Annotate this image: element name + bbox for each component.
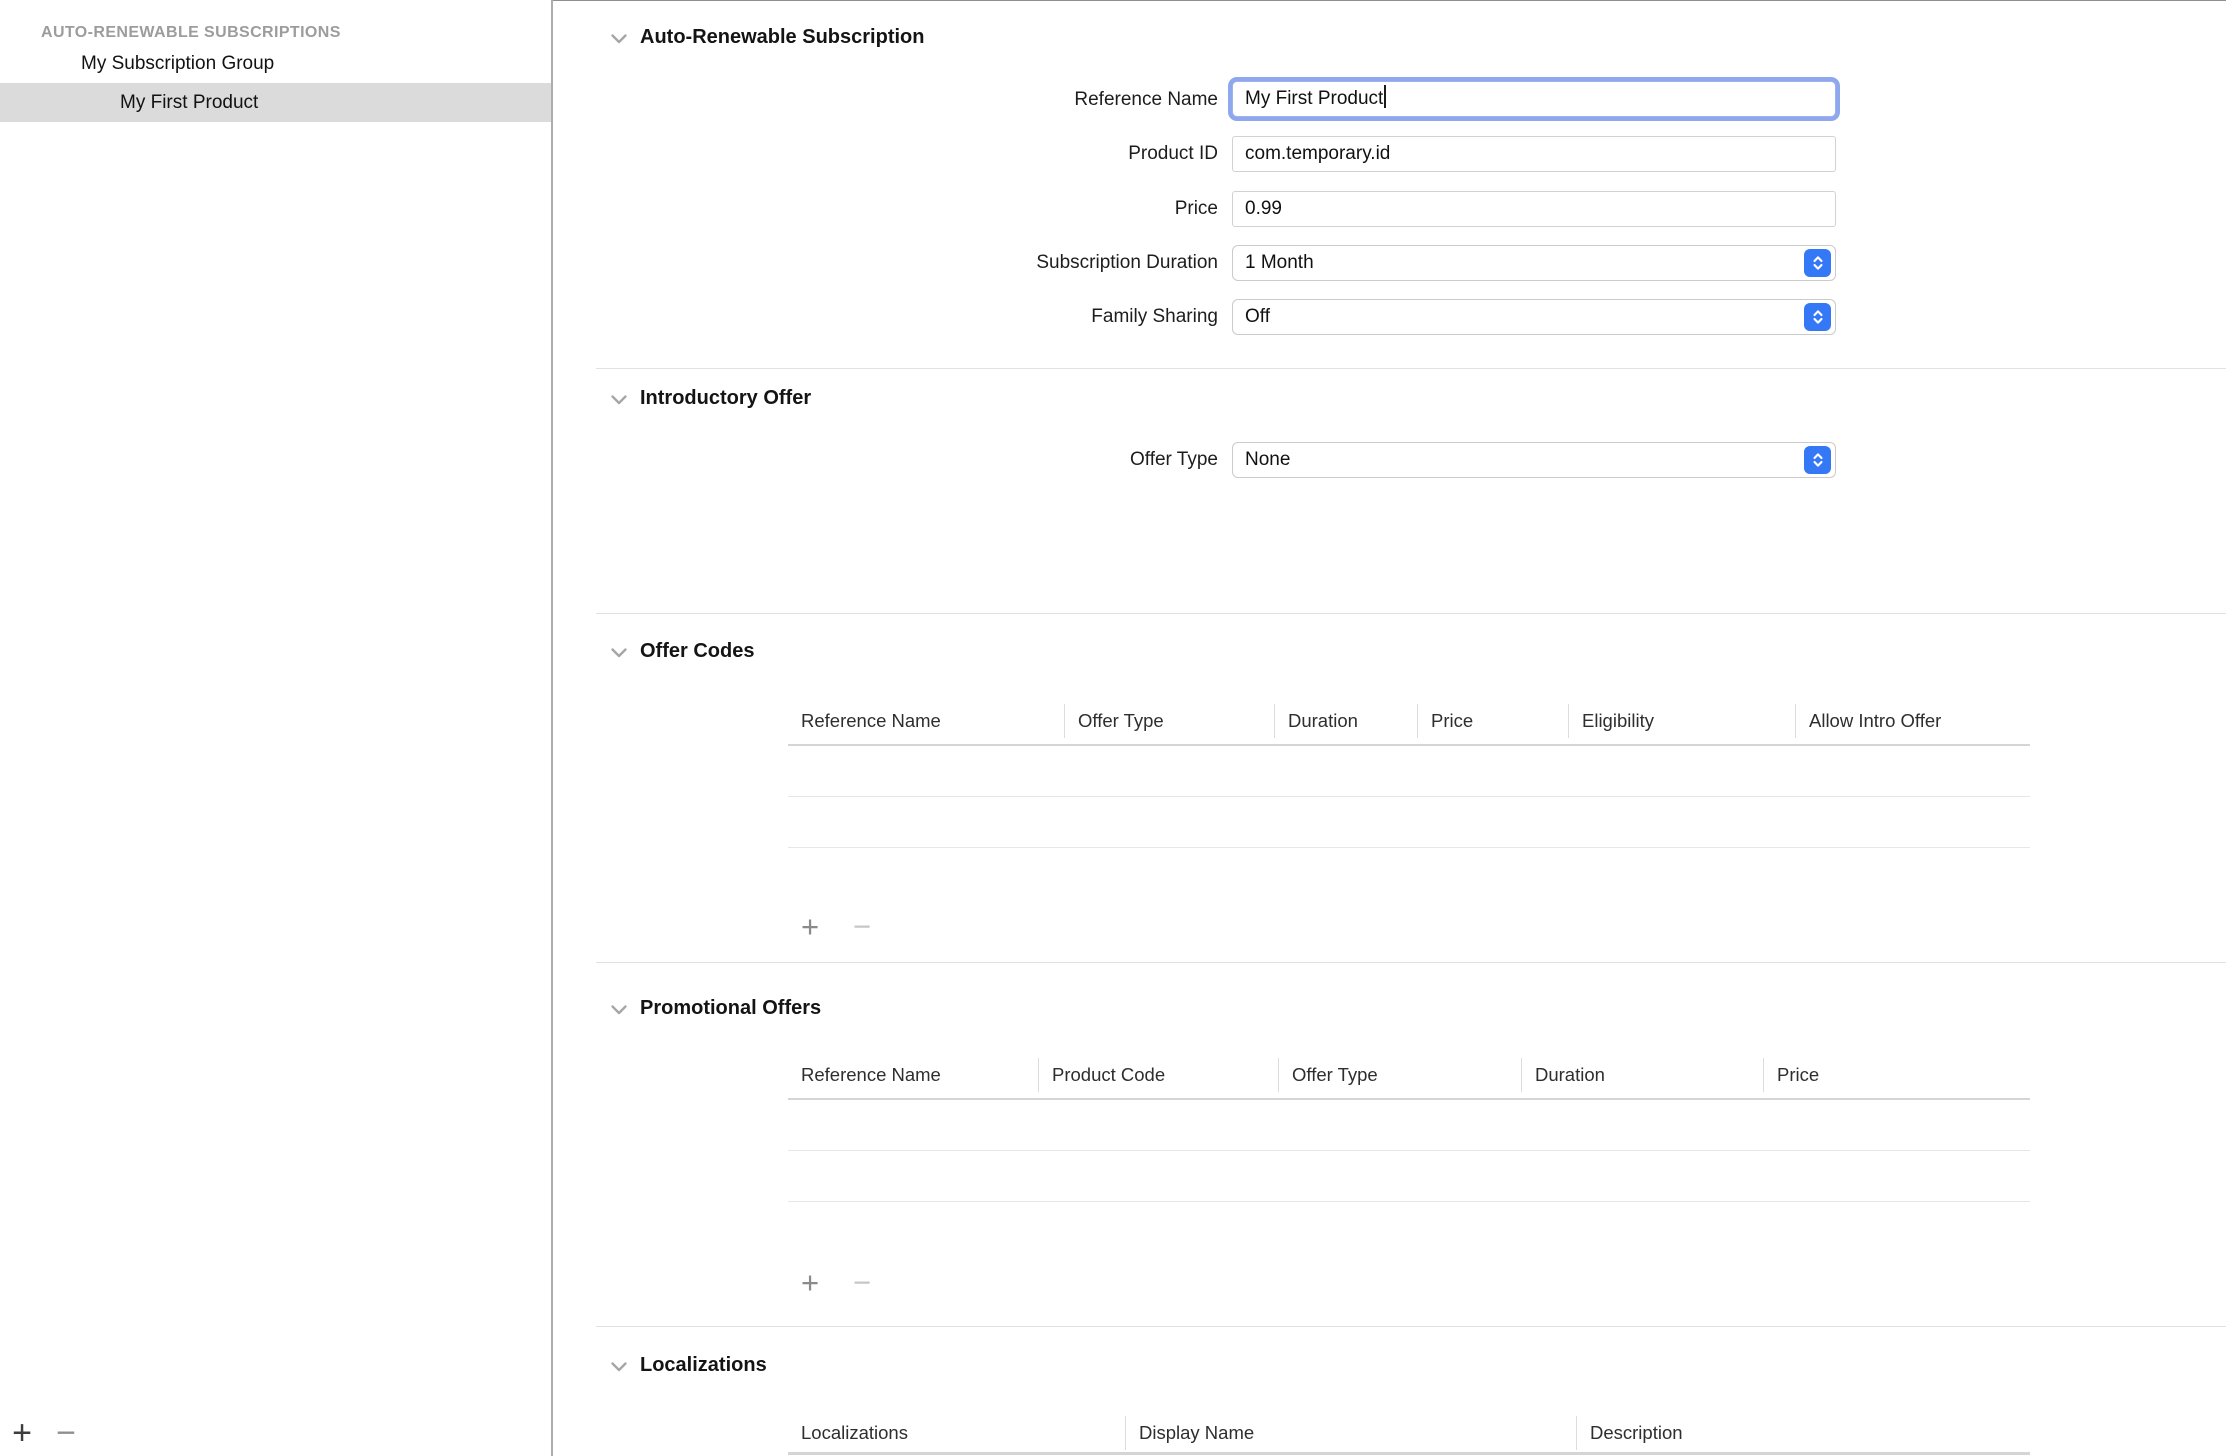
promotional-offers-remove-button[interactable]: − [846,1265,878,1301]
reference-name-label: Reference Name [800,81,1218,119]
section-title-auto-renewable: Auto-Renewable Subscription [640,26,924,49]
column-header[interactable]: Duration [1521,1058,1763,1092]
chevron-down-icon[interactable] [610,394,628,406]
product-id-input[interactable]: com.temporary.id [1232,136,1836,172]
sidebar-group-header: AUTO-RENEWABLE SUBSCRIPTIONS [41,24,341,42]
column-header[interactable]: Allow Intro Offer [1795,704,2030,738]
promotional-offers-add-button[interactable]: + [794,1265,826,1301]
promotional-offers-empty-row [788,1151,2030,1202]
sidebar-add-button[interactable]: + [2,1412,42,1454]
subscription-duration-label: Subscription Duration [800,244,1218,282]
reference-name-value: My First Product [1245,88,1383,109]
chevron-down-icon[interactable] [610,33,628,45]
offer-codes-empty-row [788,746,2030,797]
sidebar-item-first-product[interactable]: My First Product [0,83,551,122]
section-title-introductory-offer: Introductory Offer [640,387,811,410]
subscription-duration-select[interactable]: 1 Month [1232,245,1836,281]
section-divider [596,613,2226,614]
section-title-localizations: Localizations [640,1354,767,1377]
text-cursor [1384,85,1386,108]
column-header[interactable]: Offer Type [1064,704,1274,738]
section-title-promotional-offers: Promotional Offers [640,997,821,1020]
popup-arrows-icon [1804,303,1831,331]
promotional-offers-table-header: Reference Name Product Code Offer Type D… [788,1058,2030,1092]
section-divider [596,1326,2226,1327]
offer-type-label: Offer Type [800,441,1218,479]
family-sharing-select[interactable]: Off [1232,299,1836,335]
offer-codes-add-button[interactable]: + [794,909,826,945]
column-header[interactable]: Price [1417,704,1568,738]
column-header[interactable]: Offer Type [1278,1058,1521,1092]
column-header[interactable]: Eligibility [1568,704,1795,738]
product-id-label: Product ID [800,135,1218,173]
offer-type-select[interactable]: None [1232,442,1836,478]
promotional-offers-empty-row [788,1100,2030,1151]
offer-codes-table-header: Reference Name Offer Type Duration Price… [788,704,2030,738]
column-header[interactable]: Reference Name [788,1058,1038,1092]
subscription-duration-value: 1 Month [1245,252,1314,273]
section-divider [596,962,2226,963]
offer-type-value: None [1245,449,1290,470]
offer-codes-remove-button[interactable]: − [846,909,878,945]
column-header[interactable]: Localizations [788,1416,1125,1450]
table-header-underline [788,1452,2030,1455]
chevron-down-icon[interactable] [610,647,628,659]
column-header[interactable]: Product Code [1038,1058,1278,1092]
sidebar-remove-button[interactable]: − [46,1412,86,1454]
sidebar: AUTO-RENEWABLE SUBSCRIPTIONS My Subscrip… [0,0,553,1456]
price-label: Price [800,190,1218,228]
chevron-down-icon[interactable] [610,1004,628,1016]
chevron-down-icon[interactable] [610,1361,628,1373]
sidebar-item-subscription-group[interactable]: My Subscription Group [0,44,553,83]
column-header[interactable]: Price [1763,1058,2030,1092]
family-sharing-value: Off [1245,306,1270,327]
price-input[interactable]: 0.99 [1232,191,1836,227]
column-header[interactable]: Display Name [1125,1416,1576,1450]
family-sharing-label: Family Sharing [800,298,1218,336]
column-header[interactable]: Reference Name [788,704,1064,738]
storekit-configuration-editor: AUTO-RENEWABLE SUBSCRIPTIONS My Subscrip… [0,0,2226,1456]
section-title-offer-codes: Offer Codes [640,640,754,663]
column-header[interactable]: Duration [1274,704,1417,738]
offer-codes-empty-row [788,797,2030,848]
localizations-table-header: Localizations Display Name Description [788,1416,2030,1450]
column-header[interactable]: Description [1576,1416,2030,1450]
popup-arrows-icon [1804,249,1831,277]
reference-name-input[interactable]: My First Product [1232,81,1836,117]
section-divider [596,368,2226,369]
popup-arrows-icon [1804,446,1831,474]
